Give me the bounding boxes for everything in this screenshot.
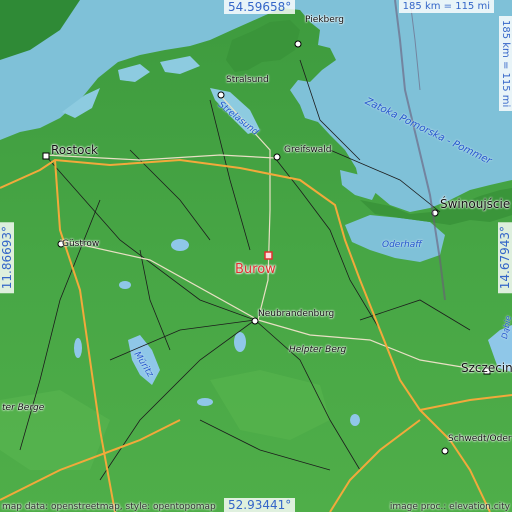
map-view[interactable]: Rostock Stralsund Greifswald Piekberg Św… (0, 0, 512, 512)
scale-vertical: 185 km = 115 mi (499, 16, 512, 112)
city-label-helpter-berg[interactable]: Helpter Berg (289, 346, 346, 355)
lake (350, 414, 360, 426)
city-label-piekberg[interactable]: Piekberg (305, 16, 344, 25)
city-label-szczecin[interactable]: Szczecin (461, 362, 512, 374)
target-marker (264, 251, 273, 260)
city-label-schwedt[interactable]: Schwedt/Oder (448, 435, 512, 444)
coord-left-longitude: 11.86693° (0, 222, 14, 294)
lake (74, 338, 82, 358)
lake (171, 239, 189, 251)
lake (234, 332, 246, 352)
attribution-image-proc: image proc.: elevation.city (389, 502, 510, 512)
attribution-map-data: map data: openstreetmap, style: opentopo… (2, 502, 216, 512)
target-location-label[interactable]: Burow (235, 262, 276, 277)
water-label-oderhaff: Oderhaff (382, 240, 422, 250)
city-label-stralsund[interactable]: Stralsund (226, 76, 269, 85)
city-label-greifswald[interactable]: Greifswald (284, 146, 331, 155)
lake (119, 281, 131, 289)
city-label-gustrow[interactable]: Güstrow (62, 240, 99, 249)
lake (197, 398, 213, 406)
scale-horizontal: 185 km = 115 mi (398, 0, 494, 13)
coord-top-latitude: 54.59658° (224, 0, 296, 14)
city-label-neubrandenburg[interactable]: Neubrandenburg (258, 310, 334, 319)
city-label-rostock[interactable]: Rostock (51, 144, 98, 156)
coord-right-longitude: 14.67943° (498, 222, 512, 294)
city-label-ter-berge[interactable]: ter Berge (2, 404, 44, 413)
city-label-swinoujscie[interactable]: Świnoujście (440, 198, 510, 210)
coord-bottom-latitude: 52.93441° (224, 498, 296, 512)
